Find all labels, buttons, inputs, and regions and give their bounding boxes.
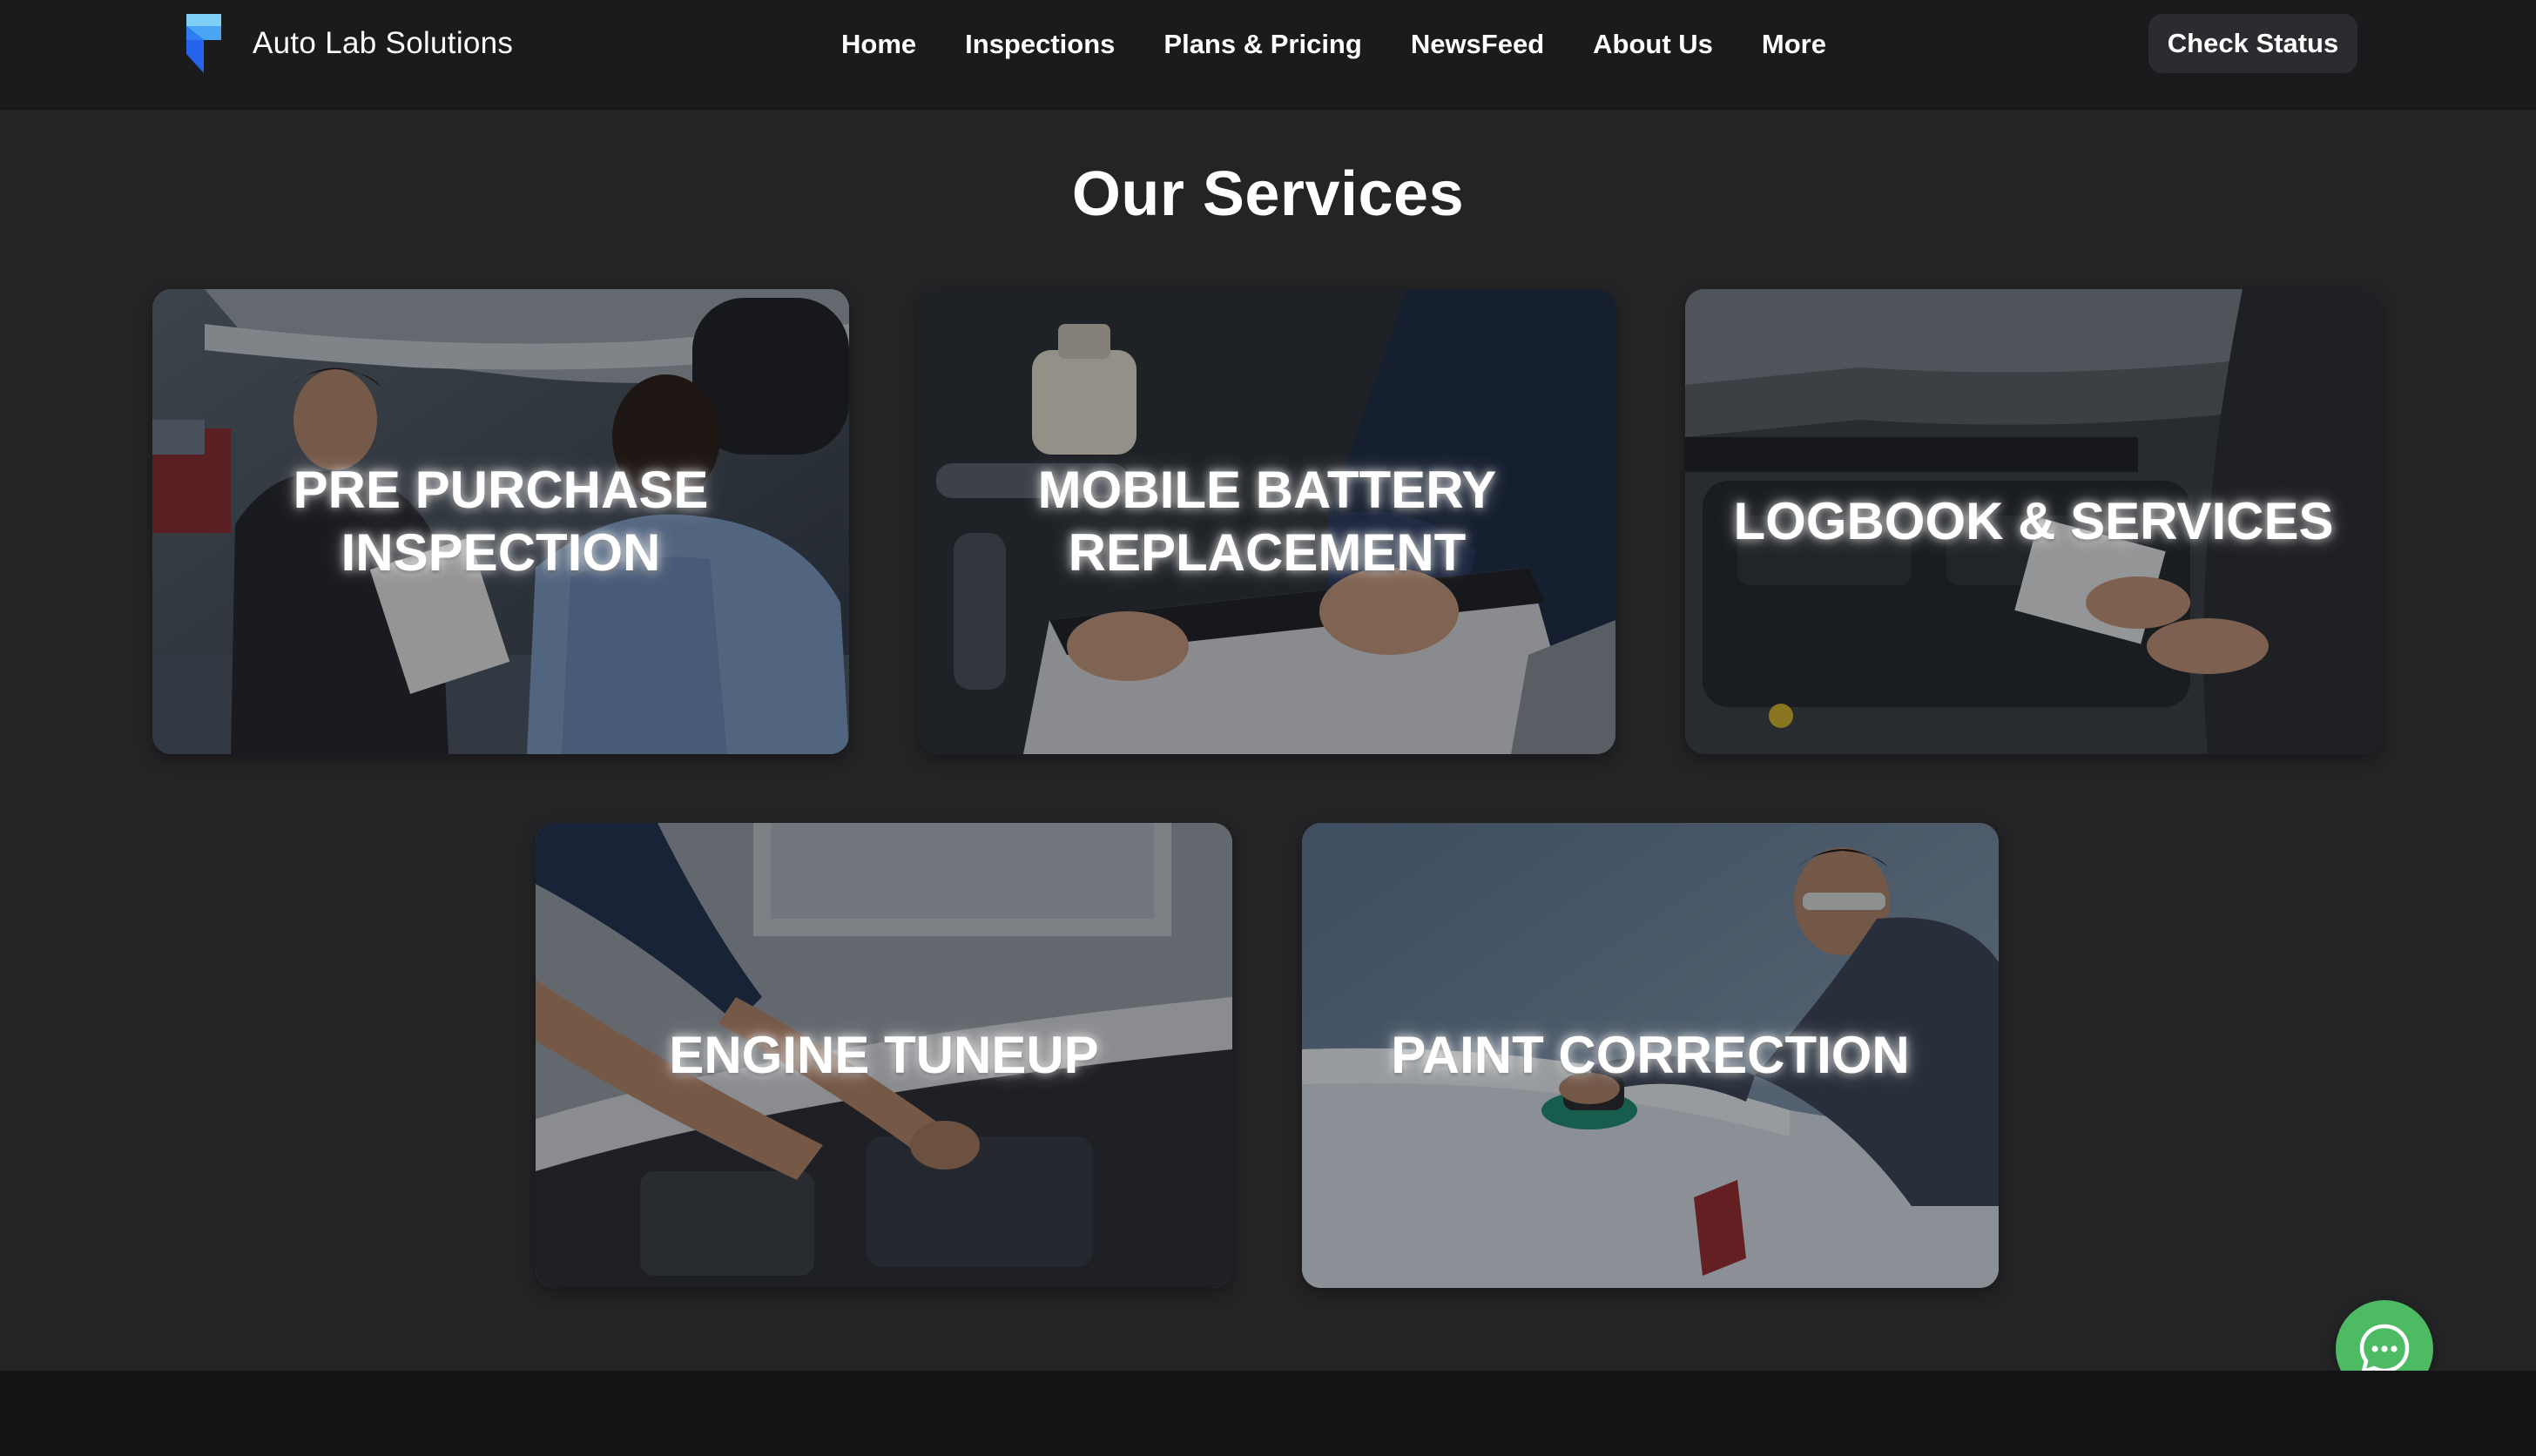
service-card-label: MOBILE BATTERY REPLACEMENT — [1037, 461, 1497, 582]
section-title: Our Services — [1071, 159, 1465, 229]
service-card-mobile-battery-replacement[interactable]: MOBILE BATTERY REPLACEMENT — [919, 289, 1615, 754]
brand-name: Auto Lab Solutions — [253, 26, 514, 60]
main-navigation: Home Inspections Plans & Pricing NewsFee… — [841, 24, 1826, 64]
service-card-label: PAINT CORRECTION — [1391, 1026, 1910, 1084]
check-status-button[interactable]: Check Status — [2148, 14, 2357, 73]
service-card-pre-purchase-inspection[interactable]: PRE PURCHASE INSPECTION — [152, 289, 849, 754]
nav-plans-pricing[interactable]: Plans & Pricing — [1163, 29, 1361, 60]
nav-inspections[interactable]: Inspections — [965, 29, 1115, 60]
top-navbar: Auto Lab Solutions Home Inspections Plan… — [0, 0, 2536, 108]
nav-newsfeed[interactable]: NewsFeed — [1411, 29, 1544, 60]
service-card-label: LOGBOOK & SERVICES — [1733, 492, 2334, 550]
nav-about-us[interactable]: About Us — [1593, 29, 1713, 60]
nav-home[interactable]: Home — [841, 29, 916, 60]
service-card-label: ENGINE TUNEUP — [669, 1026, 1099, 1084]
service-card-logbook-services[interactable]: LOGBOOK & SERVICES — [1685, 289, 2382, 754]
service-card-engine-tuneup[interactable]: ENGINE TUNEUP — [536, 823, 1232, 1288]
framer-logo-icon — [186, 14, 221, 73]
nav-more[interactable]: More — [1762, 29, 1826, 60]
footer — [0, 1371, 2536, 1456]
service-card-paint-correction[interactable]: PAINT CORRECTION — [1302, 823, 1999, 1288]
chat-bubble-icon — [2359, 1324, 2410, 1374]
service-card-label: PRE PURCHASE INSPECTION — [293, 461, 709, 582]
brand-home-link[interactable]: Auto Lab Solutions — [183, 14, 513, 73]
